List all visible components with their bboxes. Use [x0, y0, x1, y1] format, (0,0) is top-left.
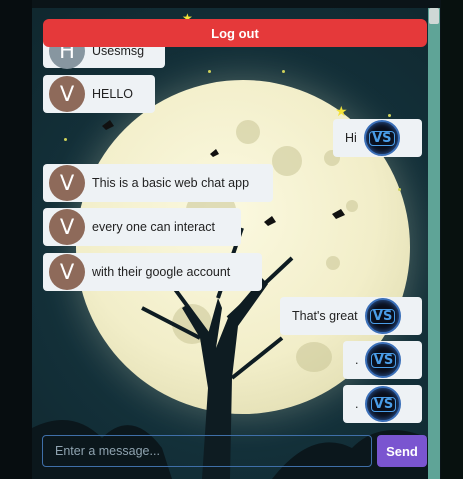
- message-received: V every one can interact: [43, 208, 241, 246]
- message-text: That's great: [292, 309, 358, 323]
- chat-panel: ★ ★ ★ Log out H Usesmsg V HELLO Hi VS V …: [32, 8, 428, 479]
- avatar: VS: [364, 298, 401, 334]
- avatar: VS: [365, 386, 402, 422]
- message-sent: Hi VS: [333, 119, 422, 157]
- message-received: V with their google account: [43, 253, 262, 291]
- message-sent: . VS: [343, 341, 422, 379]
- avatar: V: [49, 76, 85, 112]
- scrollbar-thumb[interactable]: [429, 8, 439, 24]
- message-text: .: [355, 353, 359, 367]
- avatar: V: [49, 209, 85, 245]
- message-text: This is a basic web chat app: [92, 176, 250, 190]
- message-text: every one can interact: [92, 220, 215, 234]
- send-button[interactable]: Send: [377, 435, 427, 467]
- avatar: V: [49, 254, 85, 290]
- window-frame-right: [441, 0, 463, 479]
- scrollbar[interactable]: [428, 8, 440, 479]
- avatar: VS: [365, 342, 402, 378]
- window-frame-left: [0, 0, 32, 479]
- logout-button[interactable]: Log out: [43, 19, 427, 47]
- message-sent: . VS: [343, 385, 422, 423]
- message-text: Hi: [345, 131, 357, 145]
- message-text: HELLO: [92, 87, 133, 101]
- message-text: with their google account: [92, 265, 231, 279]
- avatar: VS: [363, 120, 400, 156]
- message-received: V This is a basic web chat app: [43, 164, 273, 202]
- avatar: V: [49, 165, 85, 201]
- message-input[interactable]: [42, 435, 372, 467]
- message-text: .: [355, 397, 359, 411]
- message-sent: That's great VS: [280, 297, 422, 335]
- message-received: V HELLO: [43, 75, 155, 113]
